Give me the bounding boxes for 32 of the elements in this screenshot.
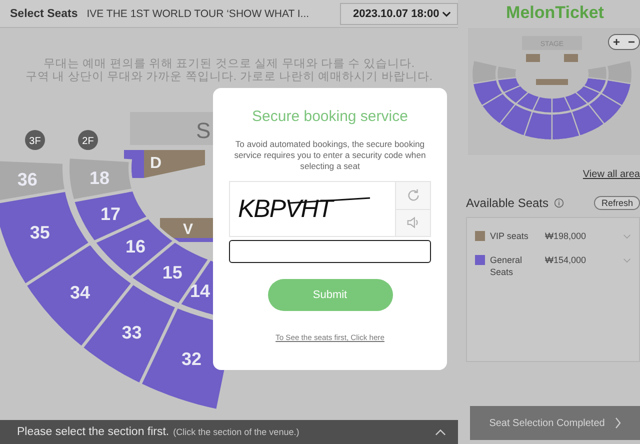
status-hint: (Click the section of the venue.): [173, 427, 300, 437]
grade-price: ₩154,000: [545, 254, 586, 266]
chevron-down-icon[interactable]: [623, 234, 631, 239]
logo: MelonTicket: [505, 2, 605, 24]
zoom-in-button[interactable]: +: [608, 35, 624, 49]
dialog-description: To avoid automated bookings, the secure booking service requires you to enter a security code when selecting a seat: [233, 139, 427, 172]
zoom-out-button[interactable]: −: [624, 35, 639, 49]
available-seats-title: Available Seats: [466, 196, 548, 210]
status-message: Please select the section first.: [17, 426, 170, 438]
grade-name[interactable]: General Seats: [490, 254, 545, 278]
zoom-control[interactable]: + −: [608, 34, 640, 50]
chevron-down-icon[interactable]: [623, 258, 631, 263]
view-all-area-link[interactable]: View all area: [582, 168, 640, 180]
captcha-image: KBPVHT: [230, 182, 395, 236]
page-title: Select Seats: [10, 8, 78, 20]
chevron-right-icon: [614, 417, 621, 429]
dropdown-caret-icon: [442, 10, 451, 16]
event-title: IVE THE 1ST WORLD TOUR ‘SHOW WHAT I...: [86, 8, 310, 20]
info-icon[interactable]: [554, 198, 564, 208]
floor-badge: 3F: [25, 130, 45, 150]
grade-price: ₩198,000: [545, 230, 586, 242]
refresh-button[interactable]: Refresh: [594, 196, 640, 210]
stage-label: S: [196, 118, 211, 143]
refresh-icon[interactable]: [396, 182, 430, 208]
chevron-up-icon[interactable]: [435, 428, 446, 436]
speaker-icon[interactable]: [396, 208, 430, 236]
date-select[interactable]: 2023.10.07 18:00: [340, 2, 458, 24]
grade-name[interactable]: VIP seats: [490, 230, 545, 242]
seat-selection-completed-button[interactable]: Seat Selection Completed: [470, 406, 640, 440]
floor-badge: 2F: [78, 130, 98, 150]
code-input-field[interactable]: [229, 240, 431, 263]
dialog-title: Secure booking service: [252, 108, 408, 125]
